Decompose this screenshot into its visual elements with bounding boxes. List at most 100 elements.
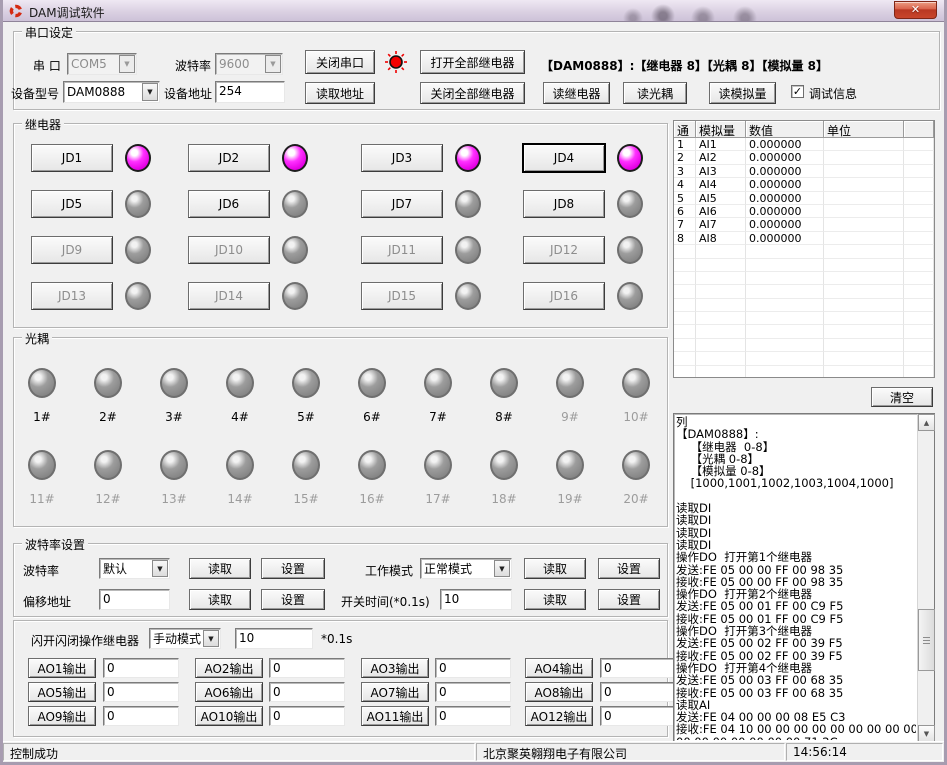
- baudrate-combo[interactable]: 9600 ▼: [215, 53, 283, 75]
- table-row[interactable]: 3AI30.000000: [674, 165, 934, 178]
- read-address-button[interactable]: 读取地址: [305, 82, 375, 104]
- table-cell: 6: [674, 205, 696, 218]
- model-combo[interactable]: DAM0888 ▼: [63, 81, 160, 103]
- table-row[interactable]: 8AI80.000000: [674, 232, 934, 245]
- read-relays-button[interactable]: 读继电器: [543, 82, 610, 104]
- table-row[interactable]: [674, 272, 934, 285]
- address-input[interactable]: 254: [215, 81, 285, 103]
- analog-input-table[interactable]: 通模拟量数值单位1AI10.0000002AI20.0000003AI30.00…: [673, 120, 935, 378]
- ao-button-AO1输出[interactable]: AO1输出: [28, 658, 96, 678]
- relay-button-JD2[interactable]: JD2: [188, 144, 270, 172]
- offset-read-button[interactable]: 读取: [189, 589, 251, 610]
- ao-button-AO3输出[interactable]: AO3输出: [361, 658, 429, 678]
- work-mode-combo[interactable]: 正常模式 ▼: [420, 558, 512, 579]
- relay-button-JD10[interactable]: JD10: [188, 236, 270, 264]
- table-row[interactable]: [674, 245, 934, 258]
- table-row[interactable]: 7AI70.000000: [674, 218, 934, 231]
- relay-led-JD2: [282, 144, 308, 172]
- table-row[interactable]: [674, 285, 934, 298]
- table-row[interactable]: 6AI60.000000: [674, 205, 934, 218]
- ao-button-AO4输出[interactable]: AO4输出: [525, 658, 593, 678]
- relay-button-JD13[interactable]: JD13: [31, 282, 113, 310]
- ao-input-AO9输出[interactable]: 0: [103, 706, 179, 726]
- read-analog-button[interactable]: 读模拟量: [709, 82, 776, 104]
- table-row[interactable]: [674, 299, 934, 312]
- ao-button-AO9输出[interactable]: AO9输出: [28, 706, 96, 726]
- offset-set-button[interactable]: 设置: [261, 589, 325, 610]
- ao-input-AO7输出[interactable]: 0: [435, 682, 511, 702]
- flash-mode-combo[interactable]: 手动模式 ▼: [149, 628, 221, 649]
- ao-input-AO12输出[interactable]: 0: [600, 706, 676, 726]
- switch-time-set-button[interactable]: 设置: [598, 589, 660, 610]
- ao-button-AO11输出[interactable]: AO11输出: [361, 706, 429, 726]
- ao-input-AO6输出[interactable]: 0: [269, 682, 345, 702]
- relay-button-JD14[interactable]: JD14: [188, 282, 270, 310]
- ao-input-AO11输出[interactable]: 0: [435, 706, 511, 726]
- table-row[interactable]: [674, 325, 934, 338]
- ao-input-AO10输出[interactable]: 0: [269, 706, 345, 726]
- clear-log-button[interactable]: 清空: [871, 387, 933, 407]
- flash-time-input[interactable]: 10: [235, 628, 313, 649]
- switch-time-input[interactable]: 10: [440, 589, 512, 610]
- close-port-button[interactable]: 关闭串口: [305, 50, 375, 74]
- relay-button-JD4[interactable]: JD4: [523, 144, 605, 172]
- table-row[interactable]: 2AI20.000000: [674, 151, 934, 164]
- relay-button-JD11[interactable]: JD11: [361, 236, 443, 264]
- table-row[interactable]: [674, 259, 934, 272]
- relay-button-JD7[interactable]: JD7: [361, 190, 443, 218]
- close-button[interactable]: ✕: [894, 1, 937, 19]
- relay-button-JD5[interactable]: JD5: [31, 190, 113, 218]
- ao-button-AO12输出[interactable]: AO12输出: [525, 706, 593, 726]
- debug-info-checkbox[interactable]: ✓: [791, 85, 804, 98]
- relay-button-JD1[interactable]: JD1: [31, 144, 113, 172]
- ao-button-AO8输出[interactable]: AO8输出: [525, 682, 593, 702]
- analog-col-header[interactable]: [904, 121, 934, 138]
- table-row[interactable]: 5AI50.000000: [674, 192, 934, 205]
- baud-set-button[interactable]: 设置: [261, 558, 325, 579]
- table-row[interactable]: [674, 339, 934, 352]
- switch-time-read-button[interactable]: 读取: [524, 589, 586, 610]
- offset-address-input[interactable]: 0: [99, 589, 170, 610]
- model-label: 设备型号: [11, 85, 59, 102]
- analog-col-header[interactable]: 数值: [746, 121, 824, 138]
- scroll-down-icon[interactable]: ▼: [918, 725, 935, 742]
- relay-button-JD15[interactable]: JD15: [361, 282, 443, 310]
- ao-button-AO7输出[interactable]: AO7输出: [361, 682, 429, 702]
- ao-input-AO3输出[interactable]: 0: [435, 658, 511, 678]
- ao-input-AO1输出[interactable]: 0: [103, 658, 179, 678]
- ao-button-AO6输出[interactable]: AO6输出: [195, 682, 263, 702]
- log-scrollbar[interactable]: ▲ ▼: [917, 414, 934, 742]
- table-row[interactable]: [674, 366, 934, 378]
- scrollbar-thumb[interactable]: [918, 609, 935, 671]
- read-opto-button[interactable]: 读光耦: [623, 82, 687, 104]
- close-all-relays-button[interactable]: 关闭全部继电器: [420, 82, 525, 104]
- analog-col-header[interactable]: 模拟量: [696, 121, 746, 138]
- work-mode-read-button[interactable]: 读取: [524, 558, 586, 579]
- baud-read-button[interactable]: 读取: [189, 558, 251, 579]
- scroll-up-icon[interactable]: ▲: [918, 414, 935, 431]
- table-row[interactable]: [674, 352, 934, 365]
- table-cell: 0.000000: [746, 151, 824, 164]
- port-combo[interactable]: COM5 ▼: [67, 53, 137, 75]
- relay-button-JD8[interactable]: JD8: [523, 190, 605, 218]
- ao-input-AO8输出[interactable]: 0: [600, 682, 676, 702]
- open-all-relays-button[interactable]: 打开全部继电器: [420, 50, 525, 74]
- table-row[interactable]: [674, 312, 934, 325]
- ao-button-AO2输出[interactable]: AO2输出: [195, 658, 263, 678]
- ao-input-AO2输出[interactable]: 0: [269, 658, 345, 678]
- relay-button-JD3[interactable]: JD3: [361, 144, 443, 172]
- ao-button-AO10输出[interactable]: AO10输出: [195, 706, 263, 726]
- ao-input-AO4输出[interactable]: 0: [600, 658, 676, 678]
- relay-button-JD12[interactable]: JD12: [523, 236, 605, 264]
- relay-button-JD16[interactable]: JD16: [523, 282, 605, 310]
- table-row[interactable]: 4AI40.000000: [674, 178, 934, 191]
- relay-button-JD6[interactable]: JD6: [188, 190, 270, 218]
- ao-button-AO5输出[interactable]: AO5输出: [28, 682, 96, 702]
- analog-col-header[interactable]: 通: [674, 121, 696, 138]
- relay-button-JD9[interactable]: JD9: [31, 236, 113, 264]
- ao-input-AO5输出[interactable]: 0: [103, 682, 179, 702]
- table-row[interactable]: 1AI10.000000: [674, 138, 934, 151]
- work-mode-set-button[interactable]: 设置: [598, 558, 660, 579]
- baud-setting-combo[interactable]: 默认 ▼: [99, 558, 170, 579]
- analog-col-header[interactable]: 单位: [824, 121, 904, 138]
